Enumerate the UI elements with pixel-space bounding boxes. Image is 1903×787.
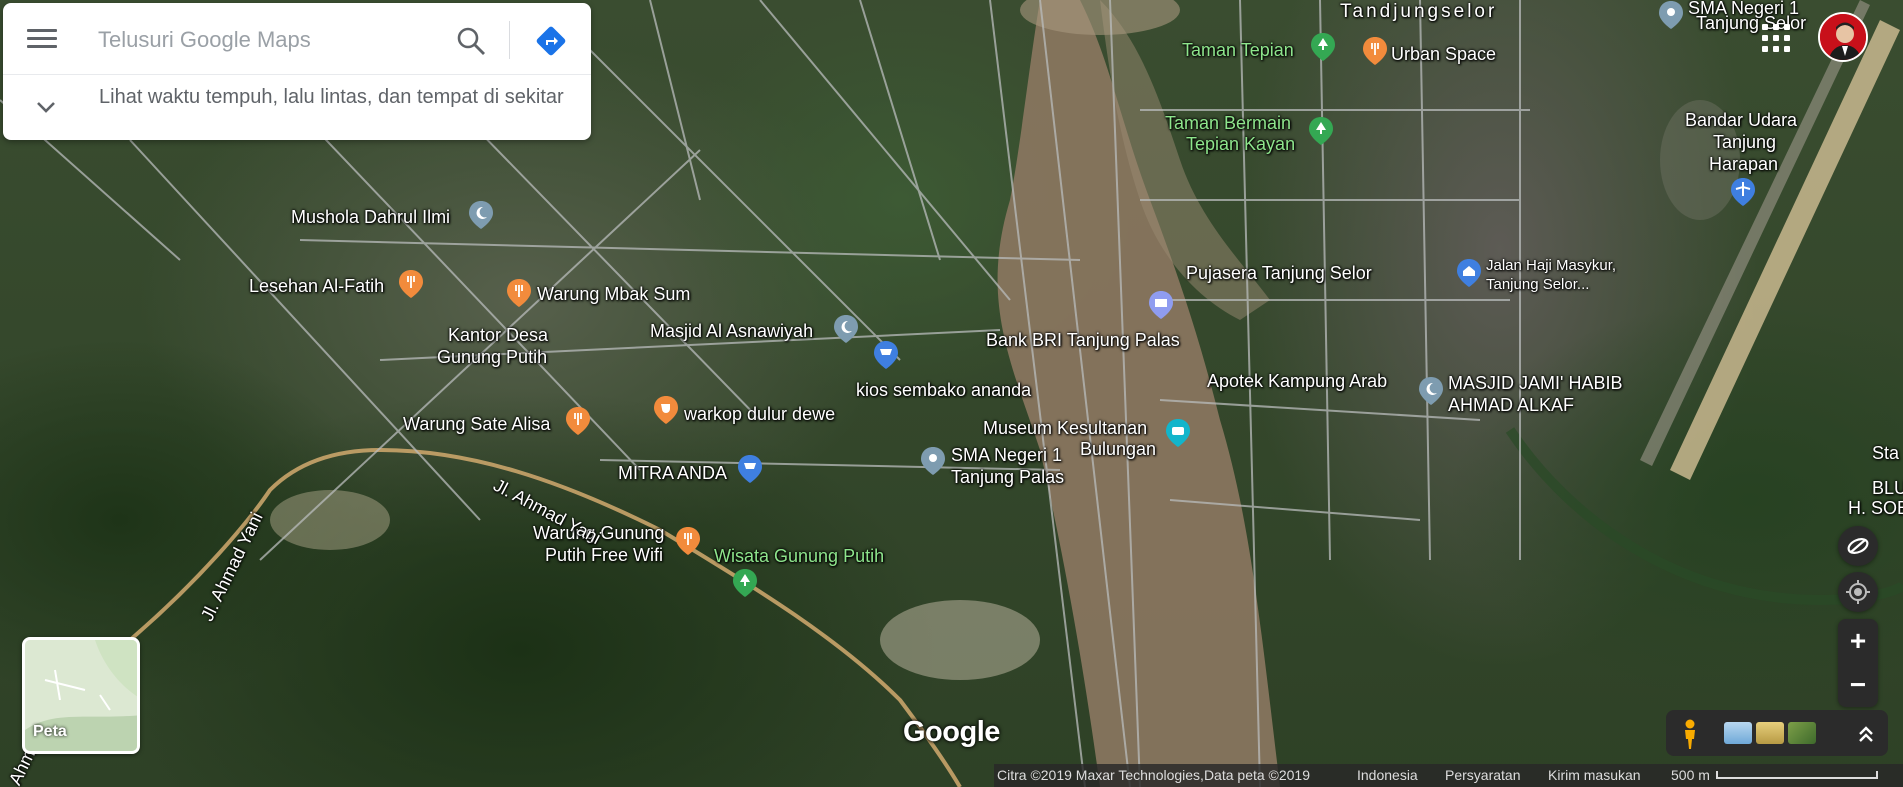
school-pin-icon[interactable] — [920, 446, 946, 476]
place-label-bandar-udara-line1[interactable]: Bandar Udara — [1685, 109, 1797, 131]
layer-thumb-3d[interactable] — [1788, 722, 1816, 744]
hamburger-menu-icon — [27, 29, 57, 32]
place-label-edge-sta[interactable]: Sta — [1872, 442, 1899, 464]
search-bar — [3, 3, 591, 75]
place-label-museum-line1[interactable]: Museum Kesultanan — [983, 417, 1147, 439]
scale-label[interactable]: 500 m — [1671, 764, 1710, 787]
place-label-mushola-dahrul-ilmi[interactable]: Mushola Dahrul Ilmi — [291, 206, 450, 228]
place-label-sma-negeri-tanjung-palas-line1[interactable]: SMA Negeri 1 — [951, 444, 1062, 466]
zoom-in-button[interactable]: + — [1838, 619, 1878, 663]
place-label-masjid-jami-line2[interactable]: AHMAD ALKAF — [1448, 394, 1574, 416]
park-pin-icon[interactable] — [1308, 116, 1334, 146]
restaurant-pin-icon[interactable] — [1362, 36, 1388, 66]
search-input[interactable] — [98, 23, 428, 57]
place-label-kios-sembako[interactable]: kios sembako ananda — [856, 379, 1031, 401]
place-label-lesehan-al-fatih[interactable]: Lesehan Al-Fatih — [249, 275, 384, 297]
map-footer: Citra ©2019 Maxar Technologies,Data peta… — [994, 764, 1903, 787]
attribution-text: Citra ©2019 Maxar Technologies,Data peta… — [997, 767, 1311, 783]
place-label-warung-mbak-sum[interactable]: Warung Mbak Sum — [537, 283, 690, 305]
apps-grid-icon[interactable] — [1762, 24, 1790, 52]
cafe-pin-icon[interactable] — [653, 395, 679, 425]
google-logo: Google — [903, 716, 1000, 748]
minimap-label: Peta — [33, 723, 67, 740]
place-label-museum-line2[interactable]: Bulungan — [1080, 438, 1156, 460]
my-location-button[interactable] — [1838, 572, 1878, 612]
place-label-kantor-desa-line2[interactable]: Gunung Putih — [437, 346, 547, 368]
layer-thumb-satellite[interactable] — [1756, 722, 1784, 744]
place-label-urban-space[interactable]: Urban Space — [1391, 43, 1496, 65]
shop-pin-icon[interactable] — [737, 454, 763, 484]
place-label-masjid-al-asnawiyah[interactable]: Masjid Al Asnawiyah — [650, 320, 813, 342]
layers-tray — [1666, 710, 1888, 756]
place-label-bandar-udara-line2[interactable]: Tanjung — [1713, 131, 1776, 153]
restaurant-pin-icon[interactable] — [675, 526, 701, 556]
hamburger-menu-icon-bar — [27, 45, 57, 48]
place-label-mitra-anda[interactable]: MITRA ANDA — [618, 462, 727, 484]
compass-icon — [1847, 538, 1869, 554]
expand-up-icon[interactable] — [1852, 720, 1880, 748]
restaurant-pin-icon[interactable] — [565, 406, 591, 436]
place-label-tandjungselor: Tandjungselor — [1340, 1, 1498, 22]
shop-pin-icon[interactable] — [873, 340, 899, 370]
place-label-bandar-udara-line3[interactable]: Harapan — [1709, 153, 1778, 175]
worship-pin-icon[interactable] — [468, 200, 494, 230]
restaurant-pin-icon[interactable] — [506, 278, 532, 308]
send-feedback-link[interactable]: Kirim masukan — [1548, 764, 1641, 787]
scale-bar[interactable] — [1716, 771, 1878, 779]
place-label-masjid-jami-line1[interactable]: MASJID JAMI' HABIB — [1448, 372, 1622, 394]
search-panel: Lihat waktu tempuh, lalu lintas, dan tem… — [3, 3, 591, 140]
zoom-controls: + − — [1838, 619, 1878, 707]
compass-button[interactable] — [1838, 526, 1878, 566]
place-label-taman-bermain-line2[interactable]: Tepian Kayan — [1186, 133, 1295, 155]
place-label-jalan-haji-line2[interactable]: Tanjung Selor... — [1486, 276, 1589, 293]
account-avatar[interactable] — [1818, 12, 1868, 62]
map-type-toggle[interactable]: Peta — [22, 637, 140, 754]
place-label-edge-blu[interactable]: BLU — [1872, 477, 1903, 499]
place-label-wisata-gunung-putih[interactable]: Wisata Gunung Putih — [714, 545, 884, 567]
school-pin-icon[interactable] — [1658, 0, 1684, 30]
explore-nearby-row[interactable]: Lihat waktu tempuh, lalu lintas, dan tem… — [3, 76, 591, 140]
worship-pin-icon[interactable] — [833, 314, 859, 344]
region-link[interactable]: Indonesia — [1357, 764, 1418, 787]
place-label-kantor-desa-line1[interactable]: Kantor Desa — [448, 324, 548, 346]
zoom-out-button[interactable]: − — [1838, 663, 1878, 707]
place-label-warkop[interactable]: warkop dulur dewe — [684, 403, 835, 425]
pegman-icon[interactable] — [1676, 718, 1704, 750]
search-icon[interactable] — [455, 25, 487, 57]
hamburger-menu-icon-bar — [27, 37, 57, 40]
place-label-edge-hsob[interactable]: H. SOB — [1848, 497, 1903, 519]
museum-pin-icon[interactable] — [1165, 418, 1191, 448]
park-pin-icon[interactable] — [1310, 32, 1336, 62]
my-location-icon — [1846, 580, 1870, 604]
place-label-apotek[interactable]: Apotek Kampung Arab — [1207, 370, 1387, 392]
airport-pin-icon[interactable] — [1730, 177, 1756, 207]
bank-pin-icon[interactable] — [1148, 290, 1174, 320]
place-label-warung-gunung-line2[interactable]: Putih Free Wifi — [545, 544, 663, 566]
place-label-warung-sate-alisa[interactable]: Warung Sate Alisa — [403, 413, 550, 435]
restaurant-pin-icon[interactable] — [398, 269, 424, 299]
directions-icon[interactable] — [533, 23, 569, 59]
explore-nearby-text: Lihat waktu tempuh, lalu lintas, dan tem… — [99, 86, 564, 108]
place-label-pujasera[interactable]: Pujasera Tanjung Selor — [1186, 262, 1372, 284]
place-label-sma-negeri-tanjung-palas-line2[interactable]: Tanjung Palas — [951, 466, 1064, 488]
place-label-taman-bermain-line1[interactable]: Taman Bermain — [1165, 112, 1291, 134]
home-pin-icon[interactable] — [1456, 258, 1482, 288]
menu-button[interactable] — [25, 25, 59, 55]
place-label-bank-bri[interactable]: Bank BRI Tanjung Palas — [986, 329, 1180, 351]
terms-link[interactable]: Persyaratan — [1445, 764, 1520, 787]
place-label-jalan-haji-line1[interactable]: Jalan Haji Masykur, — [1486, 257, 1616, 274]
place-label-taman-tepian[interactable]: Taman Tepian — [1182, 39, 1294, 61]
worship-pin-icon[interactable] — [1418, 376, 1444, 406]
chevron-down-icon — [37, 102, 55, 113]
search-divider — [509, 21, 510, 59]
park-pin-icon[interactable] — [732, 568, 758, 598]
layer-thumb-terrain[interactable] — [1724, 722, 1752, 744]
